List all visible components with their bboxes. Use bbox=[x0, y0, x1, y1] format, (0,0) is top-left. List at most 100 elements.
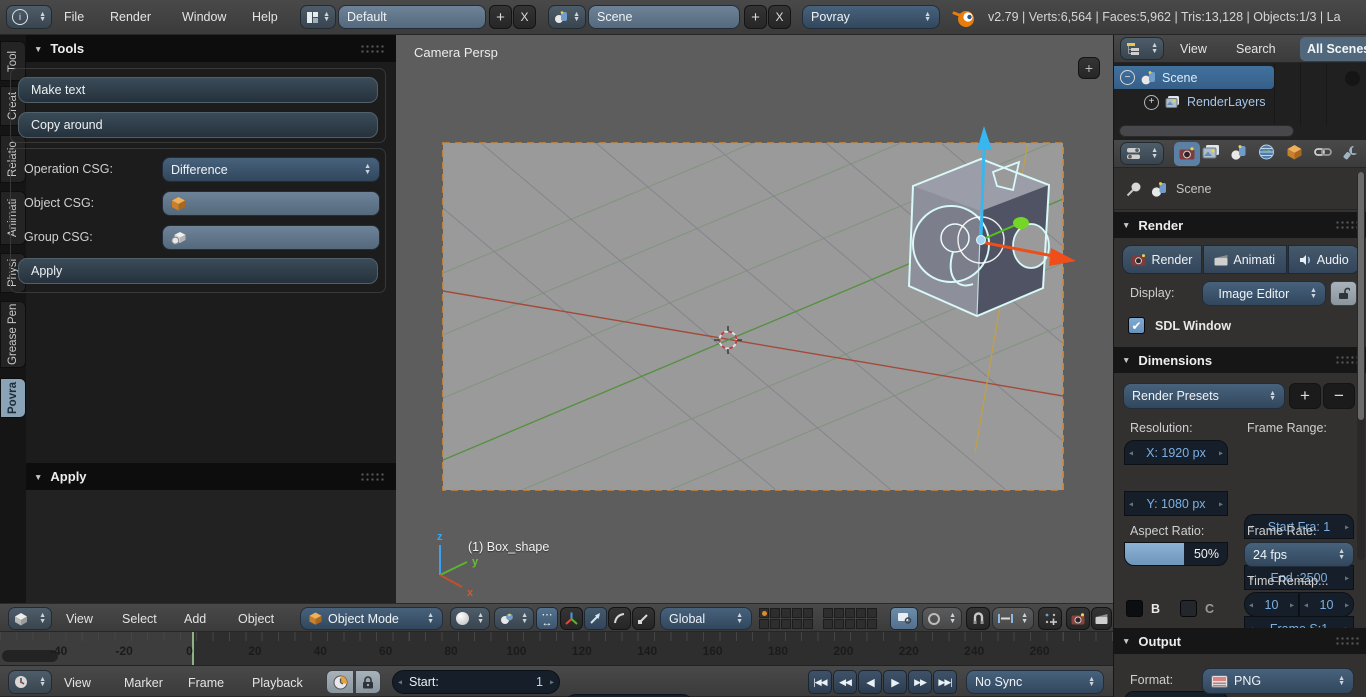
snap-element-dropdown[interactable]: ▲▼ bbox=[992, 607, 1034, 630]
snap-toggle-button[interactable] bbox=[966, 607, 990, 630]
outliner-view-menu[interactable]: View bbox=[1180, 42, 1207, 56]
transform-orientation-dropdown[interactable]: Global ▲▼ bbox=[660, 607, 752, 630]
restrict-render-toggle[interactable] bbox=[1345, 71, 1360, 86]
increment-icon[interactable]: ▸ bbox=[1290, 600, 1294, 609]
remap-old-field[interactable]: ◂ 10 ▸ bbox=[1244, 592, 1299, 617]
prev-keyframe-button[interactable]: ◀◀ bbox=[833, 670, 857, 694]
manipulator-toggle-button[interactable]: ⋯↔ bbox=[536, 607, 558, 630]
menu-render[interactable]: Render bbox=[110, 10, 151, 24]
info-editor-selector[interactable]: i ▲▼ bbox=[6, 5, 52, 29]
object-csg-field[interactable] bbox=[162, 191, 380, 216]
decrement-icon[interactable]: ◂ bbox=[1129, 448, 1133, 457]
increment-icon[interactable]: ▸ bbox=[1345, 522, 1349, 531]
viewport-editor-selector[interactable]: ▲▼ bbox=[8, 607, 52, 630]
screen-layout-name-field[interactable]: Default bbox=[338, 5, 486, 29]
render-animation-button[interactable]: Animati bbox=[1203, 245, 1287, 274]
tab-grease-pencil[interactable]: Grease Pen bbox=[0, 301, 26, 368]
scene-selector[interactable]: ▲▼ bbox=[548, 5, 586, 29]
viewport-shading-dropdown[interactable]: ▲▼ bbox=[450, 607, 490, 630]
scale-manipulator-button[interactable] bbox=[632, 607, 655, 630]
timeline-view-menu[interactable]: View bbox=[64, 676, 91, 690]
render-presets-dropdown[interactable]: Render Presets ▲▼ bbox=[1123, 383, 1285, 409]
opengl-render-still-button[interactable] bbox=[1066, 607, 1090, 630]
translate-manipulator-button[interactable] bbox=[584, 607, 607, 630]
tab-world[interactable] bbox=[1258, 144, 1275, 160]
outliner-filter-dropdown[interactable]: All Scenes bbox=[1300, 37, 1366, 61]
snap-peel-button[interactable] bbox=[1038, 607, 1062, 630]
breadcrumb-scene-label[interactable]: Scene bbox=[1176, 182, 1211, 196]
rotate-manipulator-button[interactable] bbox=[608, 607, 631, 630]
render-engine-dropdown[interactable]: Povray ▲▼ bbox=[802, 5, 940, 29]
add-preset-button[interactable]: + bbox=[1289, 383, 1321, 409]
tab-object[interactable] bbox=[1286, 144, 1303, 160]
display-dropdown[interactable]: Image Editor ▲▼ bbox=[1202, 281, 1326, 306]
opengl-render-anim-button[interactable] bbox=[1091, 607, 1112, 630]
menu-window[interactable]: Window bbox=[182, 10, 226, 24]
tab-render-layers[interactable] bbox=[1202, 144, 1220, 160]
resolution-scale-slider[interactable]: 50% bbox=[1124, 542, 1228, 566]
timeline-frame-menu[interactable]: Frame bbox=[188, 676, 224, 690]
proportional-edit-dropdown[interactable]: ▲▼ bbox=[922, 607, 962, 630]
object-menu-3d[interactable]: Object bbox=[238, 612, 274, 626]
manipulator-axes-button[interactable] bbox=[560, 607, 583, 630]
sdl-checkbox[interactable]: ✔ bbox=[1128, 317, 1145, 334]
display-lock-button[interactable] bbox=[1330, 281, 1357, 306]
screen-layout-selector[interactable]: ▲▼ bbox=[300, 5, 336, 29]
pivot-point-dropdown[interactable]: ▲▼ bbox=[494, 607, 534, 630]
frame-rate-dropdown[interactable]: 24 fps ▲▼ bbox=[1244, 542, 1354, 567]
tab-povray[interactable]: Povra bbox=[0, 378, 26, 418]
play-reverse-button[interactable]: ◀ bbox=[858, 670, 882, 694]
increment-icon[interactable]: ▸ bbox=[1219, 499, 1223, 508]
decrement-icon[interactable]: ◂ bbox=[1249, 600, 1253, 609]
remap-new-field[interactable]: ◂ 10 ▸ bbox=[1299, 592, 1354, 617]
render-still-button[interactable]: Render bbox=[1122, 245, 1202, 274]
jump-to-start-button[interactable]: |◀◀ bbox=[808, 670, 832, 694]
tab-modifiers[interactable] bbox=[1342, 144, 1359, 160]
mode-dropdown[interactable]: Object Mode ▲▼ bbox=[300, 607, 443, 630]
outliner-editor-selector[interactable]: ▲▼ bbox=[1120, 37, 1164, 60]
outliner-row-scene[interactable]: − Scene bbox=[1114, 66, 1274, 89]
timeline-editor-selector[interactable]: ▲▼ bbox=[8, 670, 52, 694]
menu-file[interactable]: File bbox=[64, 10, 84, 24]
outliner-row-renderlayers[interactable]: + RenderLayers bbox=[1144, 91, 1266, 113]
pin-icon[interactable] bbox=[1126, 181, 1142, 197]
operation-csg-dropdown[interactable]: Difference ▲▼ bbox=[162, 157, 380, 182]
format-dropdown[interactable]: PNG ▲▼ bbox=[1202, 668, 1354, 694]
tab-scene[interactable] bbox=[1230, 144, 1247, 160]
tab-render[interactable] bbox=[1174, 142, 1200, 166]
resolution-y-field[interactable]: ◂ Y: 1080 px ▸ bbox=[1124, 491, 1228, 516]
jump-to-end-button[interactable]: ▶▶| bbox=[933, 670, 957, 694]
decrement-icon[interactable]: ◂ bbox=[398, 678, 402, 687]
region-expand-button[interactable]: + bbox=[1078, 57, 1100, 79]
copy-around-button[interactable]: Copy around bbox=[18, 112, 378, 138]
viewport-3d[interactable]: z y x Camera Persp (1) Box_shape + bbox=[396, 35, 1113, 603]
use-preview-range-button[interactable] bbox=[326, 670, 354, 694]
increment-icon[interactable]: ▸ bbox=[1345, 600, 1349, 609]
collapse-icon[interactable]: − bbox=[1120, 70, 1135, 85]
render-audio-button[interactable]: Audio bbox=[1288, 245, 1360, 274]
view-menu-3d[interactable]: View bbox=[66, 612, 93, 626]
apply-csg-button[interactable]: Apply bbox=[18, 258, 378, 284]
decrement-icon[interactable]: ◂ bbox=[1129, 499, 1133, 508]
menu-help[interactable]: Help bbox=[252, 10, 278, 24]
decrement-icon[interactable]: ◂ bbox=[1304, 600, 1308, 609]
layers-group-1[interactable] bbox=[759, 608, 814, 630]
close-layout-button[interactable]: X bbox=[513, 5, 536, 29]
timeline-playback-menu[interactable]: Playback bbox=[252, 676, 303, 690]
timeline-start-field[interactable]: ◂ Start: 1 ▸ bbox=[392, 670, 560, 694]
make-text-button[interactable]: Make text bbox=[18, 77, 378, 103]
expand-icon[interactable]: + bbox=[1144, 95, 1159, 110]
crop-checkbox[interactable] bbox=[1180, 600, 1197, 617]
scene-name-field[interactable]: Scene bbox=[588, 5, 740, 29]
next-keyframe-button[interactable]: ▶▶ bbox=[908, 670, 932, 694]
increment-icon[interactable]: ▸ bbox=[1219, 448, 1223, 457]
close-scene-button[interactable]: X bbox=[768, 5, 791, 29]
group-csg-field[interactable] bbox=[162, 225, 380, 250]
output-panel-header[interactable]: ▼ Output bbox=[1114, 628, 1366, 654]
play-button[interactable]: ▶ bbox=[883, 670, 907, 694]
increment-icon[interactable]: ▸ bbox=[1345, 573, 1349, 582]
lock-to-scene-button[interactable] bbox=[890, 607, 918, 630]
outliner-hscrollbar[interactable] bbox=[1119, 125, 1294, 137]
outliner-search-menu[interactable]: Search bbox=[1236, 42, 1276, 56]
remove-preset-button[interactable]: − bbox=[1323, 383, 1355, 409]
